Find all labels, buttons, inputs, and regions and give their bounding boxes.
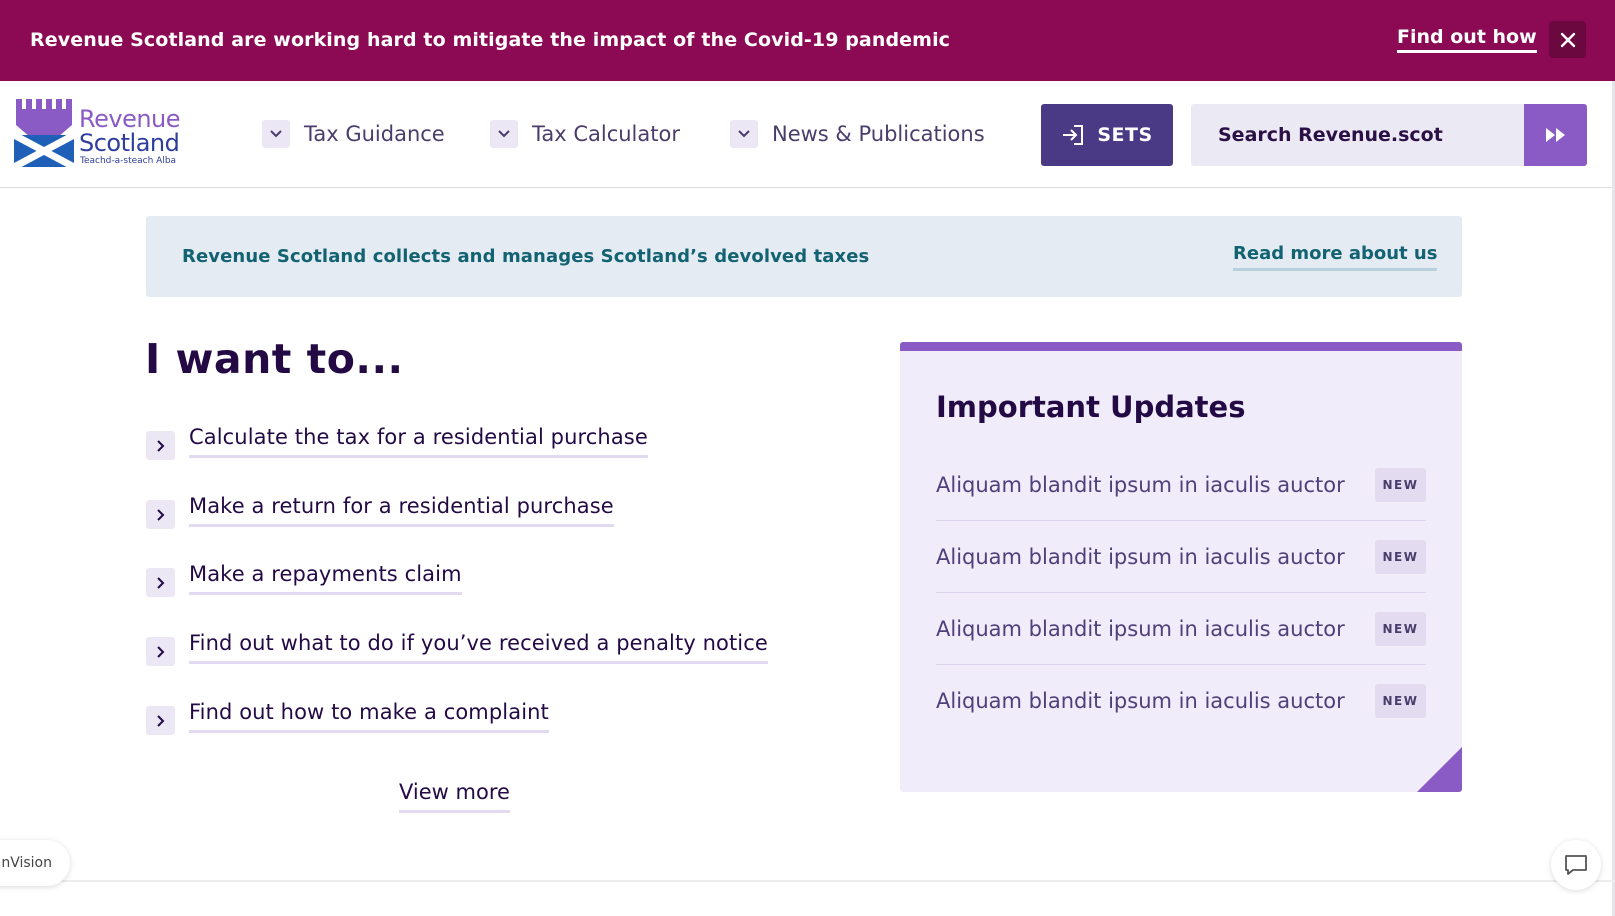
update-item-text: Aliquam blandit ipsum in iaculis auctor bbox=[936, 689, 1345, 713]
logo-emblem bbox=[14, 99, 74, 167]
chevron-down-icon bbox=[730, 120, 758, 148]
sign-in-icon bbox=[1063, 125, 1084, 145]
new-badge: NEW bbox=[1375, 684, 1426, 718]
nav-label: Tax Calculator bbox=[532, 122, 680, 146]
chevron-right-icon bbox=[146, 568, 175, 597]
chat-button[interactable] bbox=[1551, 840, 1601, 890]
panel-corner-decoration bbox=[1417, 747, 1462, 792]
task-link-make-return[interactable]: Make a return for a residential purchase bbox=[146, 494, 614, 532]
chevron-right-icon bbox=[146, 431, 175, 460]
panel-accent-bar bbox=[900, 342, 1462, 351]
task-label: Make a return for a residential purchase bbox=[189, 494, 614, 527]
update-item-text: Aliquam blandit ipsum in iaculis auctor bbox=[936, 472, 1345, 497]
search-submit-button[interactable] bbox=[1524, 104, 1587, 166]
about-strip: Revenue Scotland collects and manages Sc… bbox=[146, 216, 1462, 297]
nav-tax-calculator[interactable]: Tax Calculator bbox=[490, 118, 680, 150]
invision-tab[interactable]: nVision bbox=[0, 840, 70, 886]
task-label: Find out what to do if you’ve received a… bbox=[189, 631, 768, 664]
covid-banner: Revenue Scotland are working hard to mit… bbox=[0, 0, 1615, 81]
search-input[interactable]: Search Revenue.scot bbox=[1191, 104, 1525, 166]
sets-button[interactable]: SETS bbox=[1041, 104, 1173, 166]
task-link-penalty-notice[interactable]: Find out what to do if you’ve received a… bbox=[146, 631, 768, 669]
new-badge: NEW bbox=[1375, 467, 1426, 502]
logo-text-scotland: Scotland bbox=[79, 129, 180, 157]
task-link-repayments-claim[interactable]: Make a repayments claim bbox=[146, 562, 462, 600]
task-label: Find out how to make a complaint bbox=[189, 700, 549, 733]
i-want-to-heading: I want to... bbox=[145, 335, 404, 383]
chat-icon bbox=[1565, 855, 1587, 875]
nav-label: Tax Guidance bbox=[304, 122, 445, 146]
fast-forward-icon bbox=[1545, 128, 1565, 142]
nav-tax-guidance[interactable]: Tax Guidance bbox=[262, 118, 445, 150]
section-divider bbox=[0, 880, 1615, 882]
new-badge: NEW bbox=[1375, 611, 1426, 646]
update-item[interactable]: Aliquam blandit ipsum in iaculis auctor … bbox=[936, 521, 1426, 593]
logo-text-revenue: Revenue bbox=[79, 105, 181, 133]
task-label: Calculate the tax for a residential purc… bbox=[189, 425, 648, 458]
sets-label: SETS bbox=[1097, 124, 1153, 146]
invision-label: nVision bbox=[1, 855, 52, 871]
chevron-right-icon bbox=[146, 637, 175, 666]
logo-tagline: Teachd-a-steach Alba bbox=[80, 156, 177, 166]
update-item[interactable]: Aliquam blandit ipsum in iaculis auctor … bbox=[936, 593, 1426, 665]
chevron-down-icon bbox=[490, 120, 518, 148]
important-updates-panel: Important Updates Aliquam blandit ipsum … bbox=[900, 342, 1462, 792]
banner-message: Revenue Scotland are working hard to mit… bbox=[30, 29, 951, 51]
update-item[interactable]: Aliquam blandit ipsum in iaculis auctor … bbox=[936, 665, 1426, 737]
about-text: Revenue Scotland collects and manages Sc… bbox=[182, 246, 870, 267]
banner-close-button[interactable] bbox=[1549, 21, 1586, 58]
view-more-link[interactable]: View more bbox=[399, 780, 510, 813]
update-item[interactable]: Aliquam blandit ipsum in iaculis auctor … bbox=[936, 449, 1426, 521]
new-badge: NEW bbox=[1375, 539, 1426, 574]
chevron-right-icon bbox=[146, 500, 175, 529]
update-item-text: Aliquam blandit ipsum in iaculis auctor bbox=[936, 616, 1345, 641]
close-icon bbox=[1560, 32, 1575, 47]
updates-title: Important Updates bbox=[936, 390, 1246, 424]
task-link-complaint[interactable]: Find out how to make a complaint bbox=[146, 700, 549, 738]
task-label: Make a repayments claim bbox=[189, 562, 462, 595]
find-out-how-link[interactable]: Find out how bbox=[1397, 26, 1537, 53]
chevron-down-icon bbox=[262, 120, 290, 148]
chevron-right-icon bbox=[146, 706, 175, 735]
nav-label: News & Publications bbox=[772, 122, 985, 146]
nav-news-publications[interactable]: News & Publications bbox=[730, 118, 985, 150]
task-link-calculate-tax[interactable]: Calculate the tax for a residential purc… bbox=[146, 425, 648, 463]
read-more-about-us-link[interactable]: Read more about us bbox=[1233, 243, 1438, 271]
revenue-scotland-logo[interactable]: Revenue Scotland Teachd-a-steach Alba bbox=[14, 99, 189, 169]
update-item-text: Aliquam blandit ipsum in iaculis auctor bbox=[936, 544, 1345, 569]
site-header: Revenue Scotland Teachd-a-steach Alba Ta… bbox=[0, 81, 1615, 188]
